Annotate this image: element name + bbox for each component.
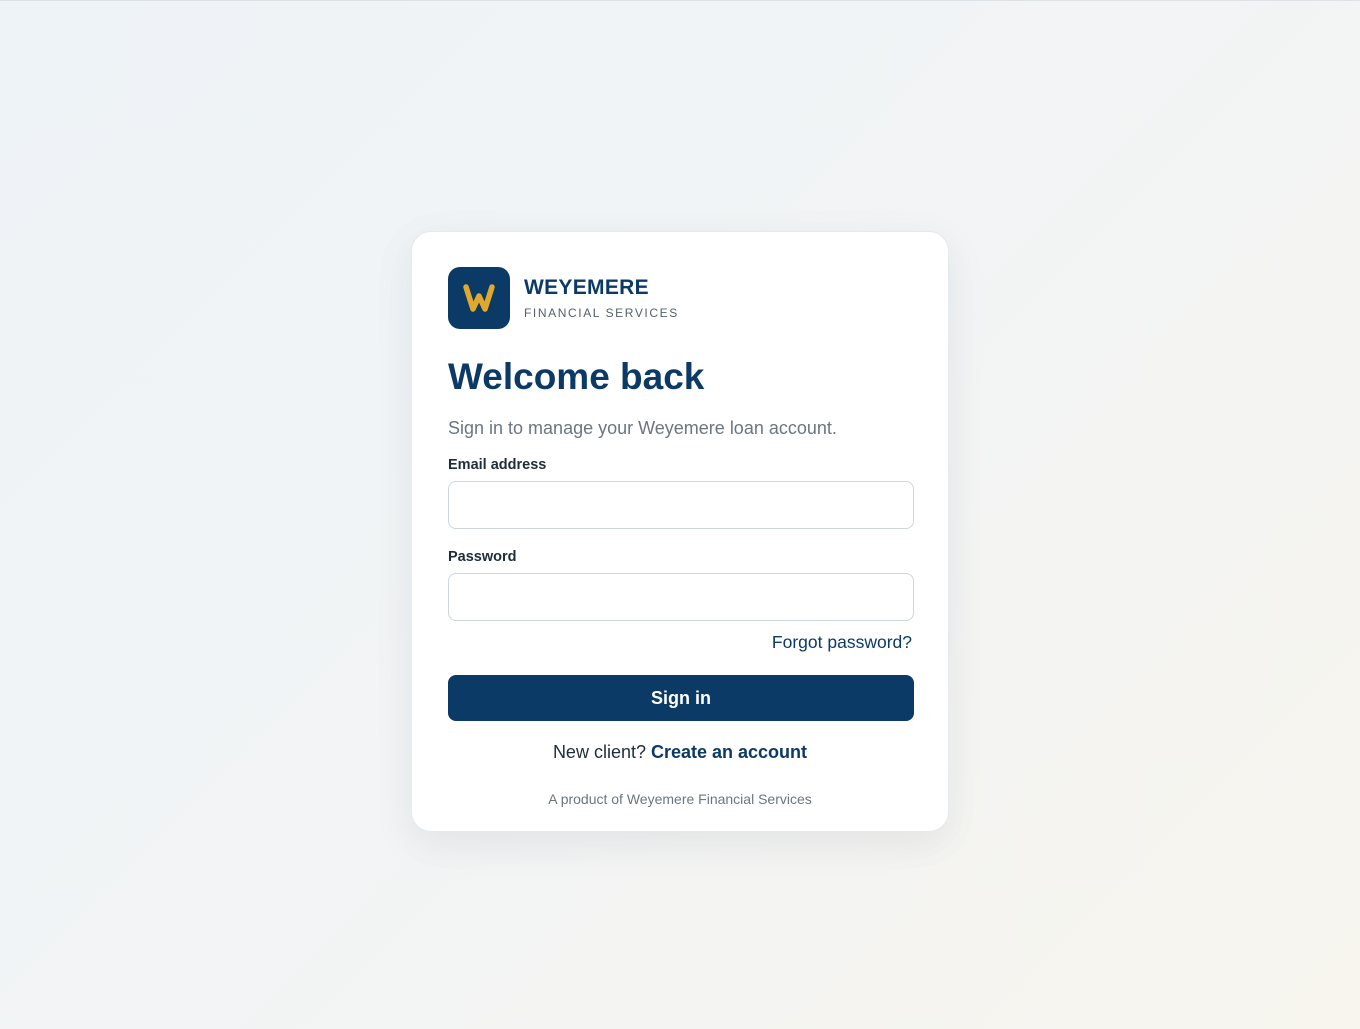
brand-header: WEYEMERE FINANCIAL SERVICES (448, 267, 912, 329)
page-subtitle: Sign in to manage your Weyemere loan acc… (448, 418, 837, 438)
page-title: Welcome back (448, 356, 705, 397)
sign-in-button[interactable]: Sign in (448, 675, 914, 721)
login-card: WEYEMERE FINANCIAL SERVICES Welcome back… (411, 231, 949, 832)
forgot-password-link[interactable]: Forgot password? (772, 632, 912, 652)
password-field[interactable] (448, 573, 914, 621)
top-border (0, 0, 1360, 1)
create-account-link[interactable]: Create an account (651, 742, 807, 762)
brand-name: WEYEMERE (524, 276, 649, 299)
email-field[interactable] (448, 481, 914, 529)
footer-text: A product of Weyemere Financial Services (548, 791, 812, 807)
logo-w-glyph (463, 284, 495, 312)
brand-text: WEYEMERE FINANCIAL SERVICES (524, 276, 679, 320)
new-client-row: New client? Create an account (448, 741, 912, 763)
forgot-password-row: Forgot password? (448, 632, 912, 654)
new-client-prompt: New client? (552, 742, 651, 762)
brand-tagline: FINANCIAL SERVICES (524, 306, 679, 320)
password-label: Password (448, 549, 517, 565)
weyemere-logo-icon (448, 267, 510, 329)
email-label: Email address (448, 457, 547, 473)
